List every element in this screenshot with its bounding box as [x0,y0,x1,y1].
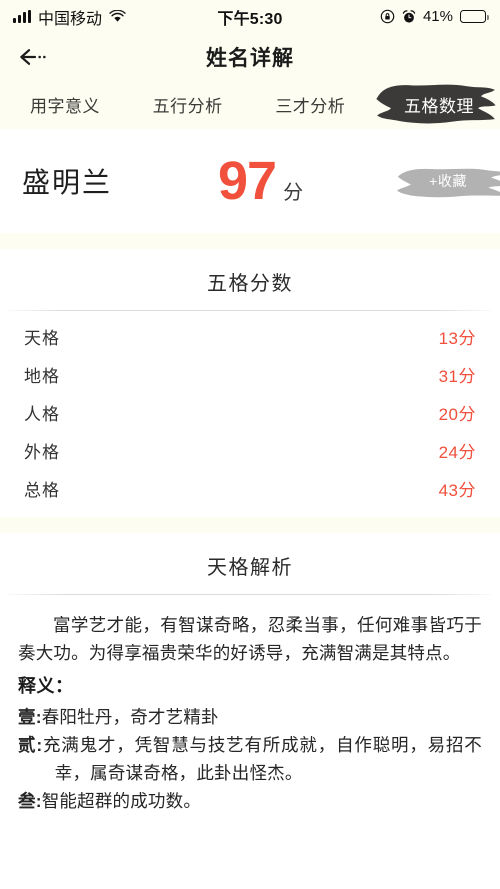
tiange-analysis-card: 天格解析 富学艺才能，有智谋奇略，忍柔当事，任何难事皆巧于奏大功。为得享福贵荣华… [0,533,500,815]
score-unit: 分 [283,182,304,204]
favorite-label: +收藏 [429,173,467,189]
table-row: 人格 20分 [24,393,476,431]
row-label: 人格 [24,404,60,424]
score-value: 97 [218,151,277,211]
row-label: 天格 [24,328,60,348]
wuge-score-title: 五格分数 [207,273,293,295]
meaning-text: 智能超群的成功数。 [41,790,202,811]
clock-label: 下午5:30 [217,10,283,28]
meaning-heading: 释义： [18,675,74,696]
nav-bar: 姓名详解 [0,33,500,81]
tab-yongziyiyi[interactable]: 用字意义 [28,88,102,121]
wifi-icon [109,10,126,23]
meaning-item: 壹:春阳牡丹，奇才艺精卦 [18,703,482,731]
meaning-text: 充满鬼才，凭智慧与技艺有所成就，自作聪明，易招不幸，属奇谋奇格，此卦出怪杰。 [42,734,482,783]
carrier-label: 中国移动 [38,10,103,28]
rotation-lock-icon [380,9,395,24]
meaning-index: 叁: [18,790,42,811]
status-bar: 中国移动 下午5:30 41% [0,0,500,33]
meaning-item: 贰:充满鬼才，凭智慧与技艺有所成就，自作聪明，易招不幸，属奇谋奇格，此卦出怪杰。 [18,731,482,787]
status-bar-left: 中国移动 [13,5,126,29]
wuge-score-card: 五格分数 天格 13分 地格 31分 人格 20分 外格 24分 总格 43分 [0,249,500,517]
table-row: 总格 43分 [24,469,476,507]
meaning-index: 贰: [18,734,43,755]
tab-bar: 用字意义 五行分析 三才分析 五格数理 [0,81,500,127]
name-score-card: 盛明兰 97 分 +收藏 [0,129,500,233]
analysis-body: 富学艺才能，有智谋奇略，忍柔当事，任何难事皆巧于奏大功。为得享福贵荣华的好诱导，… [0,595,500,815]
section-separator-1 [0,233,500,249]
row-value: 20分 [438,404,476,424]
table-row: 天格 13分 [24,317,476,355]
table-row: 外格 24分 [24,431,476,469]
page-title: 姓名详解 [206,47,294,70]
tab-wugeshuli[interactable]: 五格数理 [376,84,496,123]
meaning-text: 春阳牡丹，奇才艺精卦 [41,706,219,727]
row-label: 地格 [24,366,60,386]
tiange-analysis-title: 天格解析 [207,557,293,579]
row-label: 总格 [24,480,60,500]
status-bar-right: 41% [380,8,489,25]
wuge-score-list: 天格 13分 地格 31分 人格 20分 外格 24分 总格 43分 [0,311,500,517]
tab-sancaifenxi[interactable]: 三才分析 [273,88,347,121]
row-value: 31分 [438,366,476,386]
alarm-clock-icon [402,9,416,24]
meaning-index: 壹: [18,706,42,727]
table-row: 地格 31分 [24,355,476,393]
person-name: 盛明兰 [22,167,113,198]
meaning-item: 叁:智能超群的成功数。 [18,787,482,815]
analysis-paragraph: 富学艺才能，有智谋奇略，忍柔当事，任何难事皆巧于奏大功。为得享福贵荣华的好诱导，… [18,615,482,664]
row-value: 13分 [438,328,476,348]
section-separator-2 [0,517,500,533]
battery-percent-label: 41% [422,8,453,25]
battery-icon [460,10,489,23]
row-value: 24分 [438,442,476,462]
favorite-button[interactable]: +收藏 [396,164,500,198]
score-display: 97 分 [218,154,303,208]
tab-wugeshuli-label: 五格数理 [403,96,474,116]
row-value: 43分 [438,480,476,500]
signal-bars-icon [13,10,31,23]
tab-wuxingfenxi[interactable]: 五行分析 [151,88,225,121]
row-label: 外格 [24,442,60,462]
app-header: 姓名详解 用字意义 五行分析 三才分析 五格数理 [0,33,500,129]
